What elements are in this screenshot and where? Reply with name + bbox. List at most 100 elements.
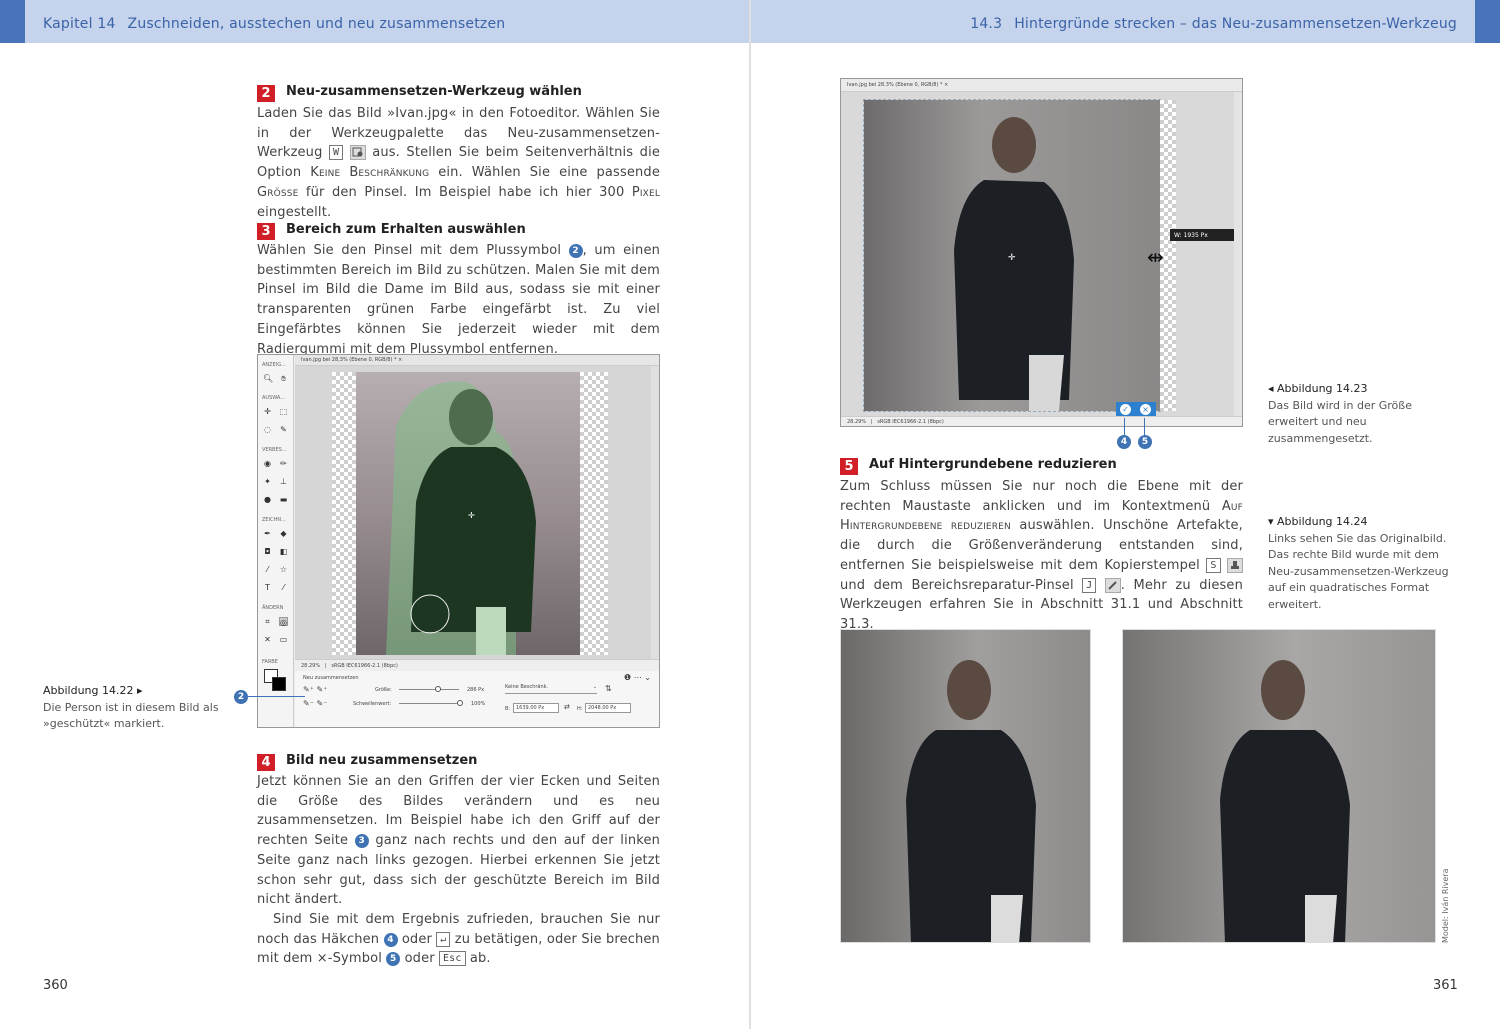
size-slider[interactable]: [399, 689, 459, 690]
smart-brush-icon[interactable]: ✦: [263, 477, 272, 486]
portrait-photo: ✛: [356, 372, 580, 655]
tool-options-bar: Neu zusammensetzen ❶ ⋯ ⌄ ✎⁺ ✎⁺ ✎⁻ ✎⁻ Grö…: [295, 671, 659, 727]
recompose-tool-active-icon[interactable]: ◎: [279, 617, 288, 627]
document-tab[interactable]: Ivan.jpg bei 28,3% (Ebene 0, RGB/8) * ×: [295, 355, 659, 366]
threshold-slider-handle[interactable]: [457, 700, 463, 706]
cancel-x-icon[interactable]: ×: [1140, 404, 1151, 415]
svg-text:✛: ✛: [468, 511, 475, 520]
type-tool-icon[interactable]: T: [263, 583, 272, 592]
status-bar: 28.29% | sRGB IEC61966-2.1 (8bpc): [295, 659, 659, 671]
step-2-text: Laden Sie das Bild »Ivan.jpg« in den Fot…: [257, 106, 660, 220]
commit-cancel-bar: ✓ ×: [1116, 402, 1156, 417]
clone-stamp-icon[interactable]: ⊥: [279, 477, 288, 486]
caption-14-23: ◂ Abbildung 14.23 Das Bild wird in der G…: [1268, 382, 1412, 445]
step-4-text: Jetzt können Sie an den Griffen der vier…: [257, 774, 660, 967]
tool-options-title: Neu zusammensetzen: [303, 675, 359, 681]
step-2-heading: 2 Neu-zusammensetzen-Werkzeug wählen: [257, 84, 582, 102]
figure-callout-2: 2: [234, 690, 248, 704]
threshold-slider[interactable]: [399, 703, 459, 704]
tool-palette: ANZEIG... 🔍︎ ✋︎ AUSWA... ✛ ⬚ ◌ ✎ VERBES.…: [258, 355, 294, 727]
chapter-title: Kapitel 14 Zuschneiden, ausstechen und ne…: [43, 16, 506, 32]
image-canvas[interactable]: ✛: [295, 366, 651, 659]
healing-brush-icon[interactable]: ✏︎: [279, 459, 288, 468]
callout-badge-2: 2: [568, 244, 583, 258]
size-slider-handle[interactable]: [435, 686, 441, 692]
move-tool-icon[interactable]: ✛: [263, 407, 272, 416]
sponge-tool-icon[interactable]: ▬: [279, 495, 288, 504]
vertical-scrollbar-2[interactable]: [1234, 92, 1242, 416]
close-tab-icon[interactable]: ×: [398, 357, 402, 363]
chevron-down-icon: ⌄: [592, 684, 597, 690]
pencil-tool-icon[interactable]: ⁄: [279, 583, 288, 592]
transparent-area-right: [580, 372, 608, 655]
page-number-left: 360: [43, 978, 68, 993]
commit-check-icon[interactable]: ✓: [1120, 404, 1131, 415]
step-3-heading: 3 Bereich zum Erhalten auswählen: [257, 222, 526, 240]
eyedropper-icon[interactable]: ⁄: [263, 565, 272, 574]
document-tab-2[interactable]: Ivan.jpg bei 28.3% (Ebene 0, RGB/8) * ×: [841, 79, 1242, 92]
width-tooltip: W: 1935 Px: [1170, 229, 1238, 241]
callout-badge-5: 5: [386, 952, 401, 967]
callout-line-2: [248, 696, 305, 697]
protect-brush-plus-icon[interactable]: ✎⁺ ✎⁺: [303, 685, 327, 694]
figure-14-22-screenshot: ANZEIG... 🔍︎ ✋︎ AUSWA... ✛ ⬚ ◌ ✎ VERBES.…: [257, 354, 660, 728]
gradient-tool-icon[interactable]: ◧: [279, 547, 288, 556]
blur-tool-icon[interactable]: ●: [263, 495, 272, 504]
quick-select-icon[interactable]: ✎: [279, 425, 288, 434]
recompose-tool-icon: [349, 145, 366, 161]
lasso-tool-icon[interactable]: ◌: [263, 425, 272, 434]
callout-badge-3: 3: [354, 834, 369, 849]
header-accent-right: [1475, 0, 1500, 43]
figure-callout-5: 5: [1138, 435, 1152, 449]
width-field[interactable]: 1639.00 Px: [513, 703, 559, 713]
help-more-icon[interactable]: ❶ ⋯ ⌄: [624, 673, 651, 682]
content-aware-move-icon[interactable]: ✕: [263, 635, 272, 644]
figure-14-23-screenshot: Ivan.jpg bei 28.3% (Ebene 0, RGB/8) * × …: [840, 78, 1243, 427]
paint-bucket-icon[interactable]: ◘: [263, 547, 272, 556]
figure-callout-4: 4: [1117, 435, 1131, 449]
key-esc: Esc: [439, 951, 466, 967]
key-w: W: [329, 145, 344, 161]
header-left: Kapitel 14 Zuschneiden, ausstechen und ne…: [0, 0, 749, 43]
header-accent-left: [0, 0, 25, 43]
caption-14-24: ▾ Abbildung 14.24 Links sehen Sie das Or…: [1268, 515, 1449, 611]
key-j: J: [1082, 577, 1097, 593]
vertical-scrollbar[interactable]: [651, 366, 659, 659]
callout-line-4: [1124, 418, 1125, 436]
crop-tool-icon[interactable]: ⌗: [263, 617, 272, 626]
background-color-swatch[interactable]: [272, 677, 286, 691]
caption-14-22: Abbildung 14.22 ▸ Die Person ist in dies…: [43, 684, 219, 730]
straighten-tool-icon[interactable]: ▭: [279, 635, 288, 644]
step-5-text: Zum Schluss müssen Sie nur noch die Eben…: [840, 479, 1243, 632]
status-bar-2: 28.29% | sRGB IEC61966-2.1 (8bpc): [841, 416, 1242, 426]
eraser-tool-icon[interactable]: ◆: [279, 529, 288, 538]
step-3-text: Wählen Sie den Pinsel mit dem Plussymbol…: [257, 243, 660, 357]
brush-tool-icon[interactable]: ✒︎: [263, 529, 272, 538]
close-tab-icon-2[interactable]: ×: [944, 82, 948, 88]
height-field[interactable]: 2048.00 Px: [585, 703, 631, 713]
header-right: 14.3 Hintergründe strecken – das Neu-zusa…: [751, 0, 1500, 43]
shape-tool-icon[interactable]: ☆: [279, 565, 288, 574]
red-eye-tool-icon[interactable]: ◉: [263, 459, 272, 468]
key-s: S: [1206, 557, 1221, 573]
clone-stamp-key-icon: [1227, 557, 1243, 573]
marquee-tool-icon[interactable]: ⬚: [279, 407, 288, 416]
swap-icon[interactable]: ⇅: [605, 684, 612, 693]
resize-cursor-icon: ⇹: [1147, 245, 1164, 269]
transparent-area-left: [332, 372, 356, 655]
protect-brush-minus-icon[interactable]: ✎⁻ ✎⁻: [303, 699, 327, 708]
step-5-heading: 5 Auf Hintergrundebene reduzieren: [840, 457, 1117, 475]
step-4-heading: 4 Bild neu zusammensetzen: [257, 753, 477, 771]
zoom-tool-icon[interactable]: 🔍︎: [263, 374, 273, 383]
book-spine: [749, 0, 751, 1029]
ratio-select[interactable]: Keine Beschränk. ⌄: [505, 684, 597, 694]
healing-brush-key-icon: [1104, 577, 1121, 593]
portrait-photo-2: ✛: [864, 100, 1160, 411]
swap-dimensions-icon[interactable]: ⇄: [564, 703, 570, 711]
original-photo: [840, 629, 1091, 943]
hand-tool-icon[interactable]: ✋︎: [279, 374, 288, 383]
svg-text:✛: ✛: [1008, 253, 1016, 263]
key-enter: ↵: [436, 931, 451, 947]
photo-credit: Model: Iván Rivera: [1441, 868, 1450, 944]
section-title: 14.3 Hintergründe strecken – das Neu-zusa…: [970, 16, 1457, 32]
